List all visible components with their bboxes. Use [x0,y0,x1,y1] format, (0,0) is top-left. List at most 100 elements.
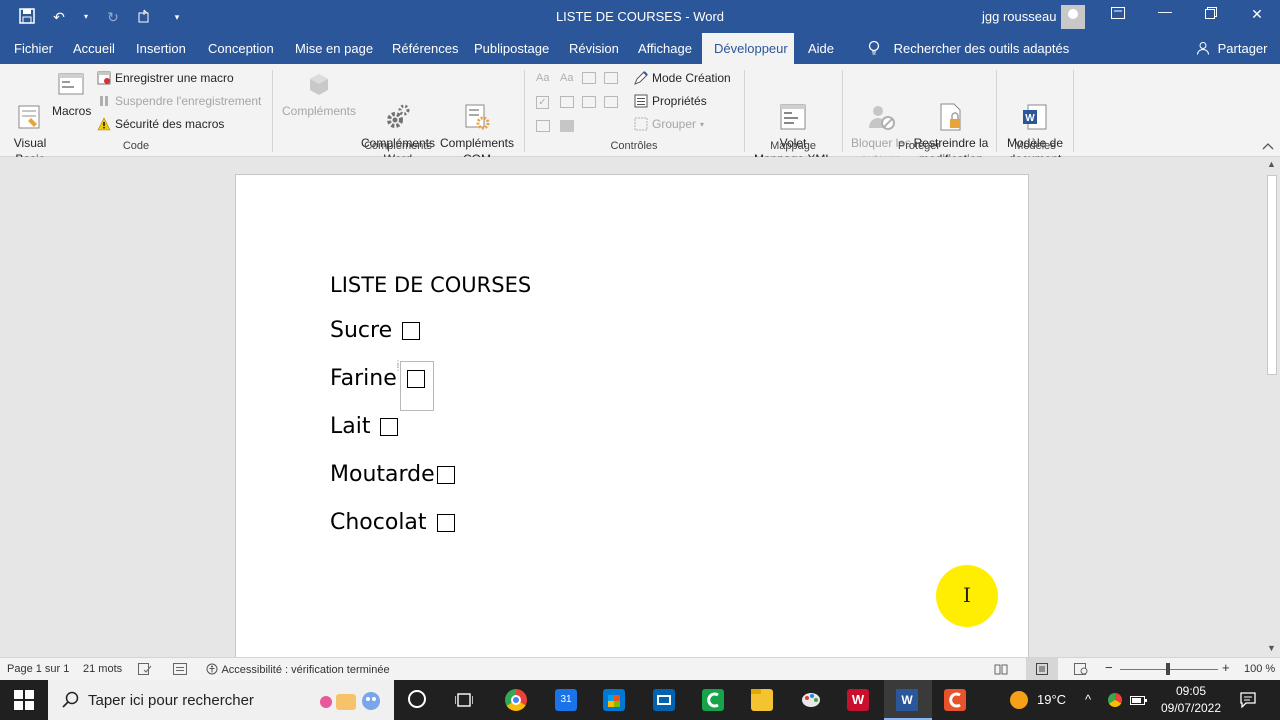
file-explorer-icon[interactable] [751,689,773,711]
cortana-icon[interactable] [408,690,426,708]
tab-revision[interactable]: Révision [557,33,631,64]
taskbar-word-active[interactable]: W [884,680,932,720]
group-separator [1073,70,1074,152]
battery-icon[interactable] [1130,694,1148,709]
app-w-red-icon[interactable]: W [847,689,869,711]
web-layout-icon[interactable] [1074,663,1088,678]
minimize-icon[interactable]: — [1155,3,1175,19]
plain-text-control-icon[interactable]: Aa [560,72,573,84]
tab-accueil[interactable]: Accueil [61,33,127,64]
tab-developpeur[interactable]: Développeur [702,33,794,64]
print-layout-icon[interactable] [1026,658,1058,680]
notifications-icon[interactable] [1240,692,1256,711]
calendar-icon[interactable]: 31 [555,689,577,711]
item-label[interactable]: Lait [330,414,370,439]
clock[interactable]: 09:05 09/07/2022 [1156,683,1226,717]
taskbar-search[interactable]: Taper ici pour rechercher [48,680,394,720]
camtasia-green-icon[interactable] [702,689,724,711]
group-label-code: Code [122,140,150,152]
zoom-level[interactable]: 100 % [1244,663,1275,675]
ribbon-display-options-icon[interactable] [1108,6,1128,22]
design-mode-button[interactable]: Mode Création [634,71,731,85]
building-block-control-icon[interactable] [604,72,618,84]
macro-record-status-icon[interactable] [173,663,187,678]
group-separator [744,70,745,152]
store-icon[interactable] [603,689,625,711]
rich-text-control-icon[interactable]: Aa [536,72,549,84]
document-heading[interactable]: LISTE DE COURSES [330,273,531,297]
windows-start-icon[interactable] [14,690,34,710]
paint-icon[interactable] [800,689,822,711]
checkbox-control-icon[interactable]: ✓ [536,96,549,109]
drag-handle-icon[interactable]: ⋮ ⋮ [394,360,402,376]
item-label[interactable]: Farine [330,366,397,391]
pause-recording-button: Suspendre l'enregistrement [97,94,261,108]
com-addins-button[interactable]: Compléments COM [438,70,516,167]
collapse-ribbon-icon[interactable] [1262,142,1274,153]
tab-affichage[interactable]: Affichage [626,33,704,64]
date-picker-control-icon[interactable] [604,96,618,108]
combo-box-control-icon[interactable] [560,96,574,108]
page-count[interactable]: Page 1 sur 1 [7,663,69,675]
checkbox-chocolat[interactable] [436,513,455,532]
tell-me-label: Rechercher des outils adaptés [893,41,1070,56]
clock-date: 09/07/2022 [1160,701,1222,715]
legacy-tools-icon[interactable] [560,120,574,132]
tab-publipostage[interactable]: Publipostage [462,33,561,64]
record-macro-button[interactable]: Enregistrer une macro [97,71,234,85]
tray-chevron-up-icon[interactable]: ^ [1085,692,1091,707]
tab-aide[interactable]: Aide [796,33,846,64]
macros-button[interactable]: Macros [52,70,91,119]
document-template-button[interactable]: W Modèle de document [1002,70,1068,167]
tab-fichier[interactable]: Fichier [2,33,65,64]
tab-insertion[interactable]: Insertion [124,33,198,64]
tab-conception[interactable]: Conception [196,33,286,64]
list-item: Sucre [330,318,421,343]
dropdown-control-icon[interactable] [582,96,596,108]
zoom-slider-thumb[interactable] [1166,663,1170,675]
scroll-thumb[interactable] [1267,175,1277,375]
vertical-scrollbar[interactable]: ▲ ▼ [1264,157,1280,657]
com-addins-icon [462,86,492,130]
app-window-icon[interactable] [653,689,675,711]
weather-icon[interactable] [1010,691,1028,709]
scroll-up-icon[interactable]: ▲ [1267,159,1276,169]
avatar[interactable] [1061,5,1085,29]
zoom-out-icon[interactable]: − [1105,660,1113,675]
zoom-in-icon[interactable]: + [1222,660,1230,675]
visual-basic-button[interactable]: Visual Basic [8,70,52,167]
xml-mapping-pane-button[interactable]: Volet Mappage XML [750,70,836,167]
picture-control-icon[interactable] [582,72,596,84]
item-label[interactable]: Moutarde [330,462,435,487]
properties-button[interactable]: Propriétés [634,94,707,108]
word-count[interactable]: 21 mots [83,663,122,675]
word-addins-button[interactable]: Compléments Word [358,70,438,167]
item-label[interactable]: Sucre [330,318,392,343]
user-name[interactable]: jgg rousseau [982,9,1056,24]
proofing-icon[interactable] [138,663,152,678]
close-icon[interactable]: ✕ [1247,6,1267,23]
read-mode-icon[interactable] [994,663,1008,678]
document-page[interactable]: LISTE DE COURSES Sucre Farine ⋮ ⋮ Lait Mo… [235,174,1029,664]
title-bar: ↶ ▾ ↻ ▾ LISTE DE COURSES - Word jgg rous… [0,0,1280,33]
camtasia-icon[interactable] [944,689,966,711]
tray-chrome-icon[interactable] [1108,693,1122,707]
macro-security-button[interactable]: Sécurité des macros [97,117,224,131]
restrict-editing-button[interactable]: Restreindre la modification [912,70,990,167]
item-label[interactable]: Chocolat [330,510,427,535]
tell-me-search[interactable]: Rechercher des outils adaptés [856,33,1081,64]
accessibility-status[interactable]: Accessibilité : vérification terminée [206,663,390,676]
repeating-section-control-icon[interactable] [536,120,550,132]
restore-icon[interactable] [1201,6,1221,22]
task-view-icon[interactable] [454,692,474,711]
tab-mise-en-page[interactable]: Mise en page [283,33,385,64]
scroll-down-icon[interactable]: ▼ [1267,643,1276,653]
checkbox-sucre[interactable] [402,321,421,340]
checkbox-lait[interactable] [380,417,399,436]
share-button[interactable]: Partager [1196,41,1268,56]
visual-basic-icon [15,86,45,129]
checkbox-moutarde[interactable] [436,465,455,484]
tab-references[interactable]: Références [380,33,470,64]
chrome-icon[interactable] [505,689,527,711]
temperature[interactable]: 19°C [1037,692,1066,707]
